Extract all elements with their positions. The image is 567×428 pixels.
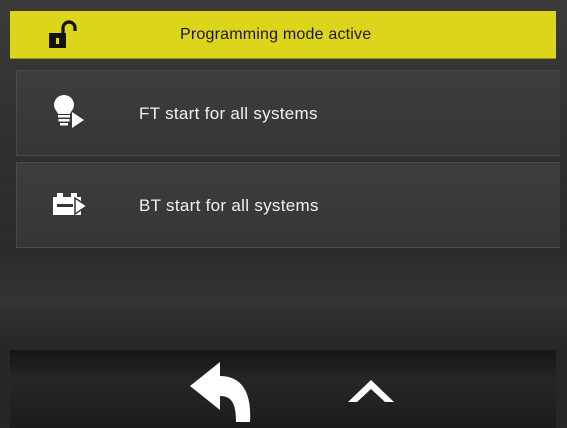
ft-start-all-systems-item[interactable]: FT start for all systems (16, 70, 560, 156)
unlocked-padlock-icon (49, 20, 77, 48)
ft-start-label: FT start for all systems (139, 104, 318, 123)
back-button[interactable] (186, 356, 266, 428)
status-header: Programming mode active (10, 11, 556, 59)
back-arrow-icon (190, 362, 251, 422)
bt-start-label: BT start for all systems (139, 196, 319, 215)
lightbulb-play-icon (54, 95, 84, 128)
chevron-up-icon (348, 380, 394, 402)
scroll-up-button[interactable] (336, 364, 406, 414)
footer-navigation (10, 350, 556, 428)
battery-play-icon (53, 193, 89, 216)
bt-start-all-systems-item[interactable]: BT start for all systems (16, 162, 560, 248)
control-panel-screen: Programming mode active FT start for all… (0, 0, 567, 428)
header-title: Programming mode active (180, 26, 372, 43)
